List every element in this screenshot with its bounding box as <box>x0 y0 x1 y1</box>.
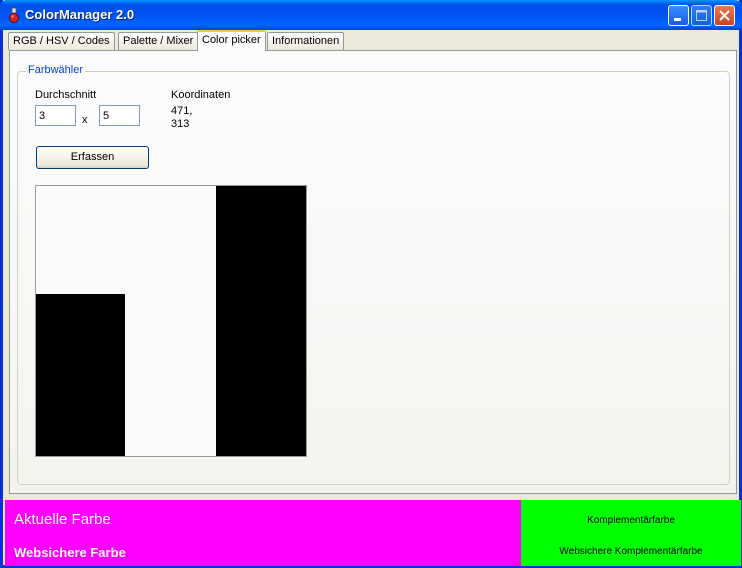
tab-rgb-hsv-codes[interactable]: RGB / HSV / Codes <box>8 32 115 50</box>
tab-palette-mixer[interactable]: Palette / Mixer <box>118 32 199 50</box>
tab-color-picker[interactable]: Color picker <box>197 30 266 51</box>
zoom-preview <box>35 185 307 457</box>
group-title: Farbwähler <box>26 64 86 76</box>
close-icon <box>719 10 730 21</box>
color-footer: Aktuelle Farbe Websichere Farbe Kompleme… <box>5 500 741 566</box>
complement-color-swatch: Komplementärfarbe Websichere Komplementä… <box>521 500 741 566</box>
average-label: Durchschnitt <box>35 89 97 101</box>
average-y-input[interactable] <box>99 105 140 126</box>
current-color-label: Aktuelle Farbe <box>14 511 111 528</box>
main-window: ColorManager 2.0 RGB / HSV / Codes Palet… <box>0 0 742 568</box>
coordinates-label: Koordinaten <box>171 89 231 101</box>
current-color-swatch: Aktuelle Farbe Websichere Farbe <box>5 500 521 566</box>
websafe-complement-label: Websichere Komplementärfarbe <box>559 546 703 557</box>
color-picker-group: Farbwähler Durchschnitt x Koordinaten 47… <box>17 64 730 485</box>
preview-dark-region-right <box>216 186 306 456</box>
flask-icon <box>9 7 19 23</box>
coordinates-x-value: 471, <box>171 105 193 117</box>
preview-dark-region-left <box>36 294 125 456</box>
capture-button[interactable]: Erfassen <box>36 146 149 169</box>
color-picker-panel: Farbwähler Durchschnitt x Koordinaten 47… <box>9 50 737 494</box>
maximize-icon <box>696 10 707 21</box>
minimize-button[interactable] <box>668 5 689 26</box>
close-button[interactable] <box>714 5 735 26</box>
coordinates-y-value: 313 <box>171 118 190 130</box>
complement-color-label: Komplementärfarbe <box>587 515 675 526</box>
title-bar[interactable]: ColorManager 2.0 <box>0 0 742 30</box>
times-symbol: x <box>82 114 88 126</box>
websafe-color-label: Websichere Farbe <box>14 545 126 560</box>
tab-informationen[interactable]: Informationen <box>267 32 345 50</box>
average-x-input[interactable] <box>35 105 76 126</box>
minimize-icon <box>674 18 681 21</box>
window-title: ColorManager 2.0 <box>25 7 135 22</box>
maximize-button[interactable] <box>691 5 712 26</box>
